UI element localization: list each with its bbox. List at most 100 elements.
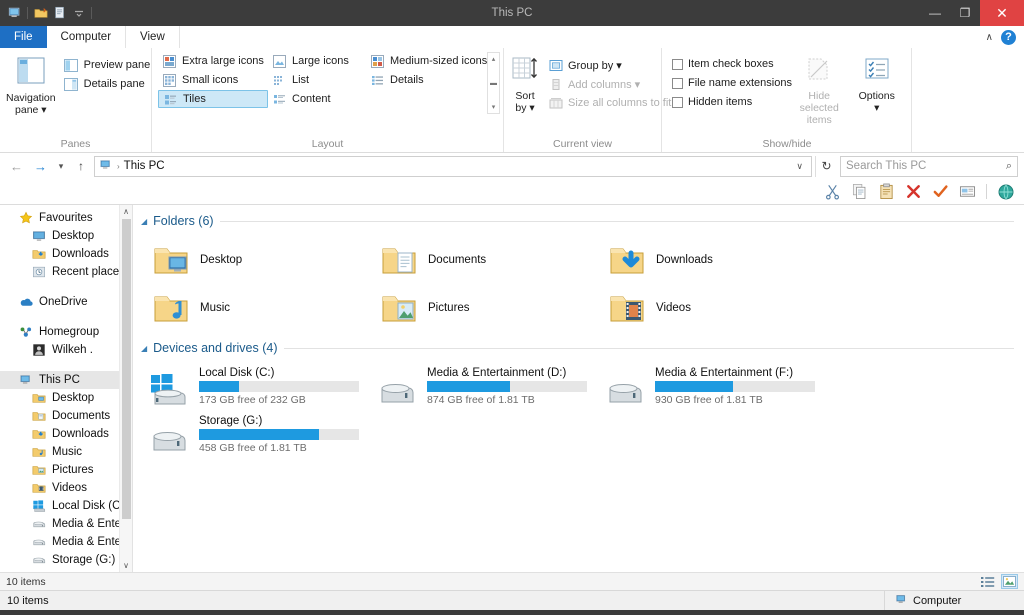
sort-by-button[interactable]: Sort by ▾ (510, 52, 540, 114)
help-icon[interactable]: ? (1001, 29, 1016, 45)
group-header-drives[interactable]: ◢ Devices and drives (4) (133, 337, 1024, 359)
collapse-triangle-icon[interactable]: ◢ (141, 217, 147, 226)
layout-gallery-scrollbar[interactable]: ▴ ▬ ▾ (487, 52, 500, 114)
hide-selected-items-button: Hide selected items (790, 52, 848, 126)
layout-small-icons[interactable]: Small icons (158, 71, 268, 89)
layout-extra-large-icons[interactable]: Extra large icons (158, 52, 268, 70)
recent-locations-button[interactable]: ▾ (54, 156, 68, 177)
confirm-icon[interactable] (930, 182, 950, 202)
address-dropdown-icon[interactable]: ∨ (792, 161, 807, 172)
sidebar-item-desktop[interactable]: Desktop (0, 389, 132, 407)
tab-view[interactable]: View (126, 26, 180, 48)
tile-pictures[interactable]: Pictures (369, 284, 597, 332)
layout-scroll-down-icon[interactable]: ▾ (492, 103, 496, 111)
search-input[interactable]: Search This PC (846, 160, 926, 172)
details-view-button[interactable] (979, 574, 996, 589)
sidebar-scrollbar[interactable]: ∧ ∨ (119, 205, 132, 572)
copy-icon[interactable] (849, 182, 869, 202)
refresh-button[interactable]: ↻ (815, 155, 837, 177)
delete-icon[interactable] (903, 182, 923, 202)
properties-icon[interactable] (51, 5, 68, 22)
customize-qat-icon[interactable] (70, 5, 87, 22)
tab-computer[interactable]: Computer (46, 26, 127, 48)
details-pane-button[interactable]: Details pane (60, 75, 155, 93)
layout-list[interactable]: List (268, 71, 366, 89)
tab-file[interactable]: File (0, 26, 47, 48)
sidebar-item-recent-places[interactable]: Recent places (0, 263, 132, 281)
scroll-up-icon[interactable]: ∧ (123, 205, 129, 218)
tile-media-entertainment-d[interactable]: Media & Entertainment (D:) 874 GB free o… (369, 363, 597, 411)
layout-scroll-up-icon[interactable]: ▴ (492, 55, 496, 63)
file-list-view[interactable]: ◢ Folders (6) Desktop Documents Download… (133, 205, 1024, 572)
large-icons-view-button[interactable] (1001, 574, 1018, 589)
sidebar-item-videos[interactable]: Videos (0, 479, 132, 497)
windows-drive-icon (31, 498, 47, 514)
this-pc-icon (895, 593, 908, 609)
up-button[interactable]: ↑ (71, 156, 91, 177)
item-check-boxes-option[interactable]: Item check boxes (668, 55, 790, 73)
tile-music[interactable]: Music (141, 284, 369, 332)
file-name-extensions-checkbox[interactable] (672, 77, 683, 89)
layout-details[interactable]: Details (366, 71, 484, 89)
minimize-button[interactable]: — (920, 0, 950, 26)
sidebar-item-music[interactable]: Music (0, 443, 132, 461)
music-folder-icon (151, 288, 191, 328)
close-button[interactable]: ✕ (980, 0, 1024, 26)
layout-content[interactable]: Content (268, 90, 366, 108)
search-box[interactable]: Search This PC ⌕ (840, 155, 1018, 177)
tile-local-disk-c[interactable]: Local Disk (C:) 173 GB free of 232 GB (141, 363, 369, 411)
sidebar-item-wilkeh[interactable]: Wilkeh . (0, 341, 132, 359)
options-button[interactable]: Options ▾ (848, 52, 905, 114)
network-icon[interactable] (996, 182, 1016, 202)
preview-pane-button[interactable]: Preview pane (60, 56, 155, 74)
layout-large-icons[interactable]: Large icons (268, 52, 366, 70)
tile-documents[interactable]: Documents (369, 236, 597, 284)
navigation-pane-button[interactable]: Navigation pane ▾ (6, 52, 56, 116)
layout-scroll-more-icon[interactable]: ▬ (490, 80, 497, 87)
paste-icon[interactable] (876, 182, 896, 202)
chevron-up-icon[interactable]: ∧ (986, 32, 993, 43)
sidebar-item-onedrive[interactable]: OneDrive (0, 293, 132, 311)
sidebar-item-local-disk-c[interactable]: Local Disk (C:) (0, 497, 132, 515)
layout-medium-icons[interactable]: Medium-sized icons (366, 52, 487, 70)
sidebar-item-documents[interactable]: Documents (0, 407, 132, 425)
sidebar-item-favourites[interactable]: Favourites (0, 209, 132, 227)
tile-media-entertainment-f[interactable]: Media & Entertainment (F:) 930 GB free o… (597, 363, 825, 411)
sidebar-item-media-entertainment-f[interactable]: Media & Entertai (0, 533, 132, 551)
tile-downloads[interactable]: Downloads (597, 236, 825, 284)
sidebar-item-this-pc[interactable]: This PC (0, 371, 132, 389)
sidebar-item-pictures[interactable]: Pictures (0, 461, 132, 479)
layout-tiles[interactable]: Tiles (158, 90, 268, 108)
tile-storage-g[interactable]: Storage (G:) 458 GB free of 1.81 TB (141, 411, 369, 459)
tile-videos[interactable]: Videos (597, 284, 825, 332)
large-icons-label: Large icons (292, 55, 349, 67)
breadcrumb-this-pc[interactable]: This PC (124, 160, 165, 172)
item-check-boxes-checkbox[interactable] (672, 58, 683, 70)
collapse-triangle-icon[interactable]: ◢ (141, 344, 147, 353)
new-folder-icon[interactable] (32, 5, 49, 22)
pictures-folder-icon (31, 462, 47, 478)
rename-icon[interactable] (957, 182, 977, 202)
sidebar-item-desktop-fav[interactable]: Desktop (0, 227, 132, 245)
maximize-button[interactable]: ❐ (950, 0, 980, 26)
forward-button[interactable]: → (30, 156, 51, 177)
group-header-folders[interactable]: ◢ Folders (6) (133, 210, 1024, 232)
back-button[interactable]: ← (6, 156, 27, 177)
sidebar-item-media-entertainment-d[interactable]: Media & Entertai (0, 515, 132, 533)
scroll-down-icon[interactable]: ∨ (123, 559, 129, 572)
tile-desktop[interactable]: Desktop (141, 236, 369, 284)
this-pc-icon[interactable] (6, 5, 23, 22)
sidebar-item-storage-g[interactable]: Storage (G:) (0, 551, 132, 569)
address-breadcrumb[interactable]: › This PC ∨ (94, 155, 812, 177)
scrollbar-thumb[interactable] (121, 219, 131, 519)
file-name-extensions-option[interactable]: File name extensions (668, 74, 792, 92)
sidebar-item-homegroup[interactable]: Homegroup (0, 323, 132, 341)
desktop-folder-icon (31, 390, 47, 406)
hidden-items-option[interactable]: Hidden items (668, 93, 790, 111)
group-by-button[interactable]: Group by ▾ (544, 56, 675, 74)
sidebar-item-downloads-fav[interactable]: Downloads (0, 245, 132, 263)
search-icon[interactable]: ⌕ (1006, 160, 1012, 173)
hidden-items-checkbox[interactable] (672, 96, 683, 108)
sidebar-item-downloads[interactable]: Downloads (0, 425, 132, 443)
cut-icon[interactable] (822, 182, 842, 202)
